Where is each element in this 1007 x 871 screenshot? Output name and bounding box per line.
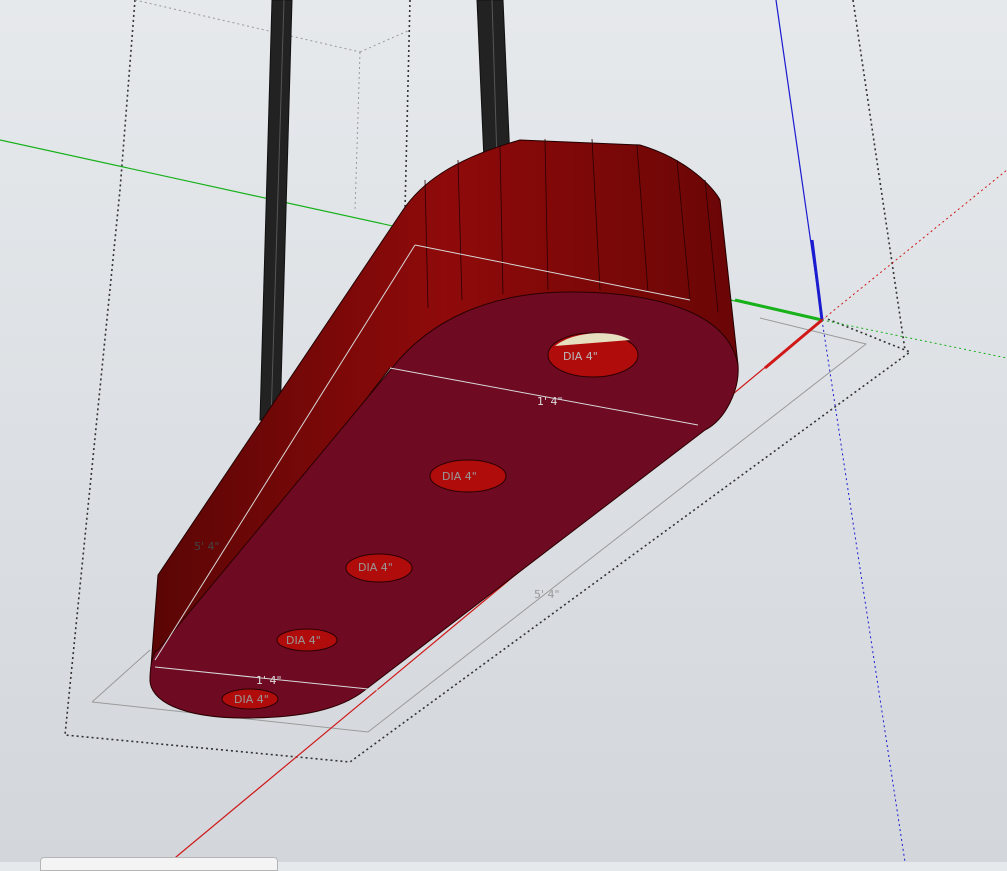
dim-hole-3[interactable]: DIA 4" bbox=[358, 561, 393, 574]
green-axis-positive bbox=[734, 298, 823, 322]
red-axis-positive bbox=[764, 318, 823, 370]
dim-width-bottom[interactable]: 1' 4" bbox=[256, 674, 282, 687]
dim-length-left[interactable]: 5' 4" bbox=[194, 540, 220, 553]
blue-axis-positive bbox=[810, 239, 824, 321]
modeling-viewport[interactable]: DIA 4" DIA 4" DIA 4" DIA 4" DIA 4" 1' 4"… bbox=[0, 0, 1007, 863]
status-tab[interactable] bbox=[40, 857, 278, 871]
blue-axis-dotted bbox=[821, 319, 906, 863]
green-axis-dotted bbox=[821, 319, 1007, 359]
dim-hole-2[interactable]: DIA 4" bbox=[442, 470, 477, 483]
red-axis-dotted bbox=[821, 169, 1007, 321]
dim-hole-4[interactable]: DIA 4" bbox=[286, 634, 321, 647]
dim-hole-top[interactable]: DIA 4" bbox=[563, 350, 598, 363]
dim-width-top[interactable]: 1' 4" bbox=[537, 395, 563, 408]
dim-hole-bottom[interactable]: DIA 4" bbox=[234, 693, 269, 706]
dim-length-shadow[interactable]: 5' 4" bbox=[534, 588, 560, 601]
